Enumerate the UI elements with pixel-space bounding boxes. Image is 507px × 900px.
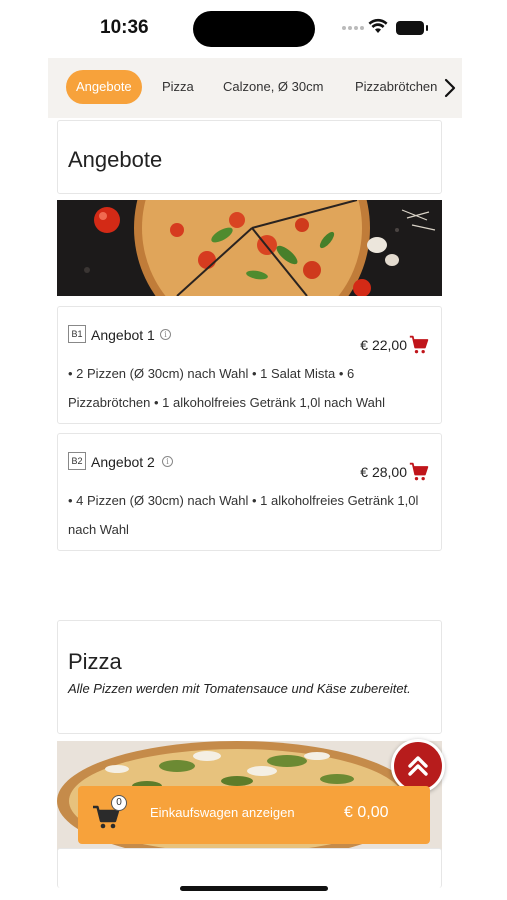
section-header-angebote: Angebote (57, 120, 442, 194)
menu-item-angebot-1[interactable]: B1 Angebot 1 i € 22,00 • 2 Pizzen (Ø 30c… (57, 306, 442, 424)
item-name: Angebot 1 (91, 327, 155, 343)
item-description: • 2 Pizzen (Ø 30cm) nach Wahl • 1 Salat … (68, 366, 385, 410)
signal-icon (342, 26, 364, 30)
add-to-cart-icon[interactable] (409, 462, 429, 482)
item-price: € 22,00 (360, 337, 407, 353)
section-description-pizza: Alle Pizzen werden mit Tomatensauce und … (68, 681, 411, 696)
status-time: 10:36 (100, 17, 149, 38)
section-header-pizza: Pizza Alle Pizzen werden mit Tomatensauc… (57, 620, 442, 734)
info-icon[interactable]: i (162, 456, 173, 467)
tab-pizza[interactable]: Pizza (152, 70, 204, 104)
item-code-badge: B2 (68, 452, 86, 470)
item-code-badge: B1 (68, 325, 86, 343)
angebote-banner-image (57, 200, 442, 296)
section-title-pizza: Pizza (68, 649, 122, 674)
item-description: • 4 Pizzen (Ø 30cm) nach Wahl • 1 alkoho… (68, 493, 419, 537)
chevron-right-icon (444, 78, 456, 98)
info-icon[interactable]: i (160, 329, 171, 340)
section-title-angebote: Angebote (68, 147, 163, 172)
category-tabs: Angebote Pizza Calzone, Ø 30cm Pizzabröt… (48, 58, 462, 118)
cart-total: € 0,00 (344, 804, 389, 821)
double-chevron-up-icon (408, 756, 428, 776)
tab-pizzabroetchen[interactable]: Pizzabrötchen (345, 70, 447, 104)
home-indicator[interactable] (180, 886, 328, 891)
tab-angebote[interactable]: Angebote (66, 70, 142, 104)
wifi-icon (368, 18, 388, 33)
add-to-cart-icon[interactable] (409, 335, 429, 355)
item-price: € 28,00 (360, 464, 407, 480)
view-cart-button[interactable]: 0 Einkaufswagen anzeigen € 0,00 (78, 786, 430, 844)
menu-item-angebot-2[interactable]: B2 Angebot 2 i € 28,00 • 4 Pizzen (Ø 30c… (57, 433, 442, 551)
tab-calzone[interactable]: Calzone, Ø 30cm (213, 70, 333, 104)
status-bar: 10:36 (0, 0, 507, 56)
cart-count-badge: 0 (111, 795, 127, 811)
tabs-scroll-right-button[interactable] (438, 66, 462, 110)
cart-label: Einkaufswagen anzeigen (150, 805, 295, 820)
menu-item-partial[interactable] (57, 848, 442, 888)
battery-icon (396, 21, 428, 35)
item-name: Angebot 2 (91, 454, 155, 470)
scroll-to-top-button[interactable] (391, 739, 445, 793)
dynamic-island (193, 11, 315, 47)
